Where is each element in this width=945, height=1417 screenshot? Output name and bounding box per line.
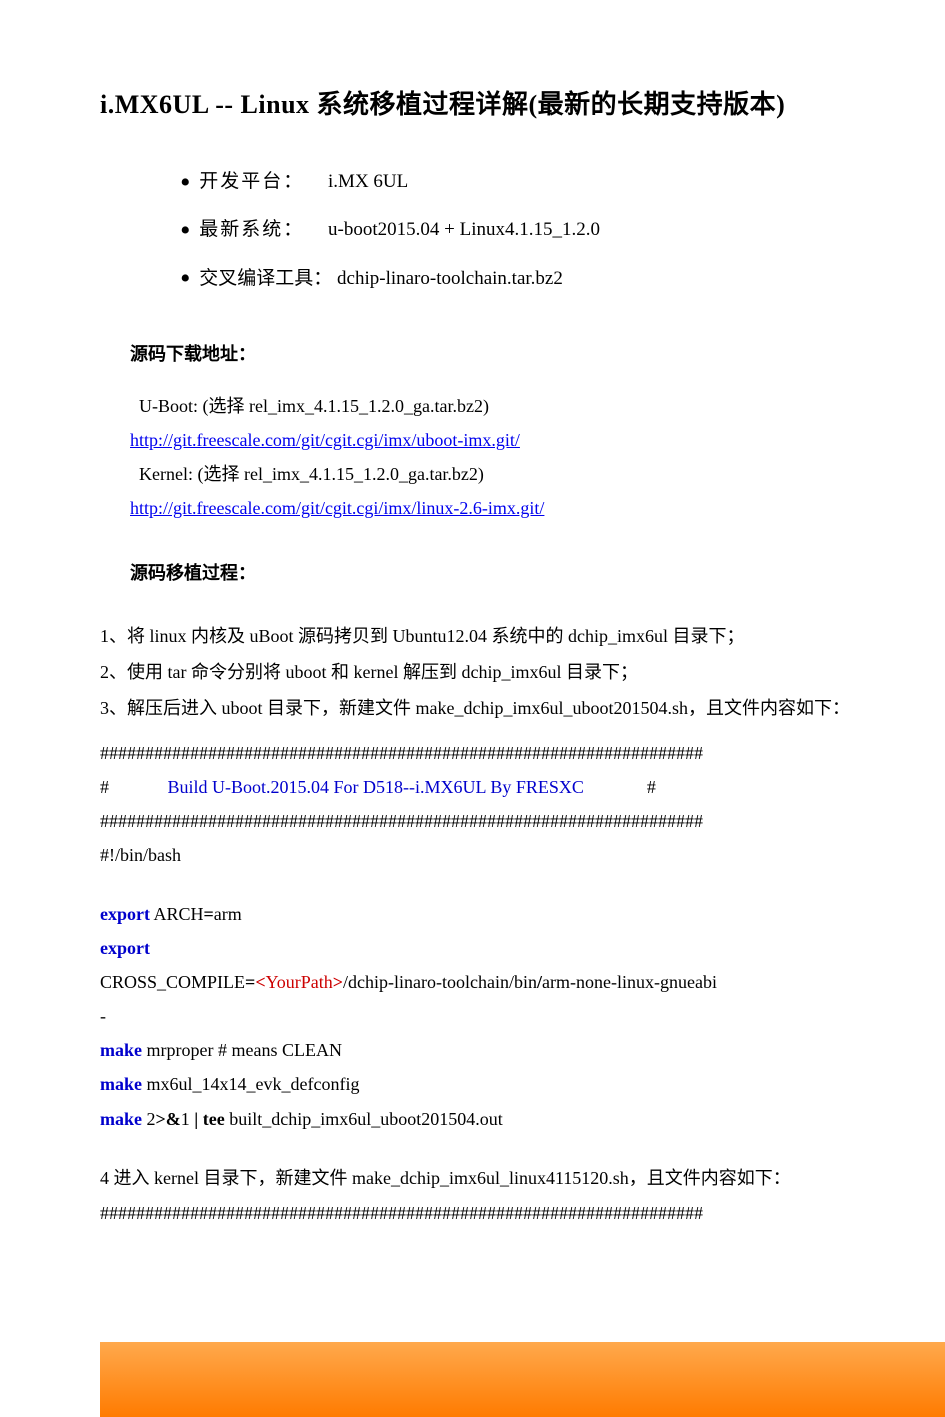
bullet-tool-label: 交叉编译工具： [199, 268, 332, 289]
hash-divider-top: ########################################… [100, 736, 945, 770]
make-defconfig-line: make mx6ul_14x14_evk_defconfig [100, 1067, 945, 1101]
step-1: 1、将 linux 内核及 uBoot 源码拷贝到 Ubuntu12.04 系统… [100, 618, 945, 654]
cross-compile-line: CROSS_COMPILE=<YourPath>/dchip-linaro-to… [100, 965, 945, 999]
bullet-system-label: 最新系统： [199, 219, 304, 240]
hash-divider-bottom: ########################################… [100, 1196, 945, 1230]
kernel-source-label: Kernel: (选择 rel_imx_4.1.15_1.2.0_ga.tar.… [130, 457, 945, 491]
export-arch-line: export ARCH=arm [100, 897, 945, 931]
bullet-platform-value: i.MX 6UL [328, 171, 408, 192]
bullet-system-value: u-boot2015.04 + Linux4.1.15_1.2.0 [328, 219, 600, 240]
shebang-line: #!/bin/bash [100, 838, 945, 872]
uboot-source-link[interactable]: http://git.freescale.com/git/cgit.cgi/im… [130, 430, 520, 450]
banner-line: # Build U-Boot.2015.04 For D518--i.MX6UL… [100, 770, 945, 804]
uboot-source-label: U-Boot: (选择 rel_imx_4.1.15_1.2.0_ga.tar.… [130, 389, 945, 423]
bullet-tool: • 交叉编译工具： dchip-linaro-toolchain.tar.bz2 [180, 261, 945, 297]
bullet-system: • 最新系统： u-boot2015.04 + Linux4.1.15_1.2.… [180, 212, 945, 248]
source-header: 源码下载地址： [130, 337, 945, 371]
step-3: 3、解压后进入 uboot 目录下，新建文件 make_dchip_imx6ul… [100, 690, 945, 726]
trailing-dash: - [100, 999, 945, 1033]
proc-header: 源码移植过程： [130, 556, 945, 590]
kernel-source-link[interactable]: http://git.freescale.com/git/cgit.cgi/im… [130, 498, 544, 518]
bullet-platform: • 开发平台： i.MX 6UL [180, 164, 945, 200]
bullet-tool-value: dchip-linaro-toolchain.tar.bz2 [337, 268, 563, 289]
bullet-platform-label: 开发平台： [199, 171, 304, 192]
export-cross-line: export [100, 931, 945, 965]
proc-steps: 1、将 linux 内核及 uBoot 源码拷贝到 Ubuntu12.04 系统… [100, 618, 945, 726]
step-2: 2、使用 tar 命令分别将 uboot 和 kernel 解压到 dchip_… [100, 654, 945, 690]
make-tee-line: make 2>&1 | tee built_dchip_imx6ul_uboot… [100, 1102, 945, 1136]
bullets-list: • 开发平台： i.MX 6UL • 最新系统： u-boot2015.04 +… [180, 164, 945, 296]
footer-bar [100, 1342, 945, 1417]
hash-divider-mid: ########################################… [100, 804, 945, 838]
make-mrproper-line: make mrproper # means CLEAN [100, 1033, 945, 1067]
page-title: i.MX6UL -- Linux 系统移植过程详解(最新的长期支持版本) [100, 80, 945, 129]
source-block: U-Boot: (选择 rel_imx_4.1.15_1.2.0_ga.tar.… [100, 389, 945, 526]
step-4: 4 进入 kernel 目录下，新建文件 make_dchip_imx6ul_l… [100, 1160, 945, 1196]
